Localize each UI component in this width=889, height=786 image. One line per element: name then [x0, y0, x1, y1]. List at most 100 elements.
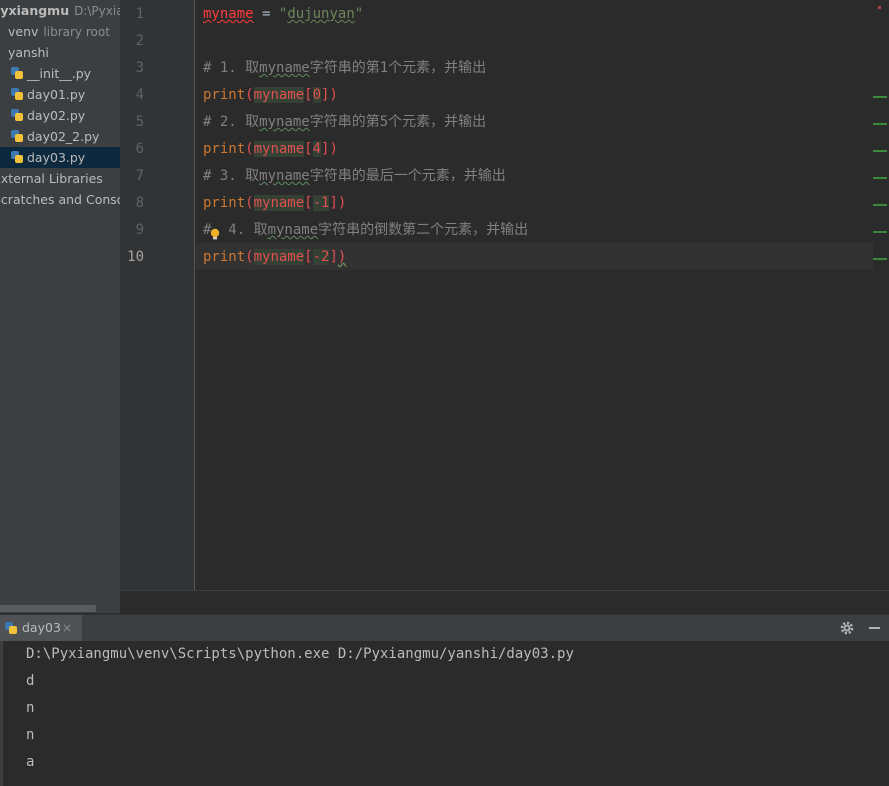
tree-item-venv[interactable]: venv library root — [8, 21, 110, 42]
tree-item-label: Scratches and Consoles — [0, 192, 120, 207]
warning-marker[interactable] — [873, 177, 887, 179]
warning-marker[interactable] — [873, 258, 887, 260]
run-tab-day03[interactable]: day03 × — [0, 615, 82, 641]
comment-text: # 2. 取 — [203, 114, 260, 130]
python-file-icon — [11, 151, 23, 163]
tree-item-init-py[interactable]: __init__.py — [10, 63, 91, 84]
tree-item-label: External Libraries — [0, 171, 103, 186]
code-token-paren: ) — [337, 249, 347, 265]
code-line-5[interactable]: # 2. 取myname字符串的第5个元素，并输出 — [203, 109, 486, 136]
code-token-paren: ) — [337, 195, 347, 211]
comment-text: myname — [267, 222, 319, 238]
run-tab-label: day03 — [22, 620, 61, 635]
console-line-output: a — [26, 754, 35, 770]
warning-marker[interactable] — [873, 123, 887, 125]
python-file-icon — [11, 130, 23, 142]
warning-marker[interactable] — [873, 96, 887, 98]
code-token-variable: myname — [253, 141, 305, 157]
code-token-variable: myname — [203, 6, 254, 22]
code-token-function: print — [203, 195, 246, 211]
code-token-index: 0 — [312, 87, 322, 103]
close-icon[interactable]: × — [62, 615, 72, 641]
warning-marker[interactable] — [873, 150, 887, 152]
code-token-paren: ( — [245, 249, 254, 265]
tree-item-day02-2-py[interactable]: day02_2.py — [10, 126, 99, 147]
code-token-paren: ) — [329, 141, 338, 157]
console-gutter — [0, 641, 3, 786]
line-number-active: 10 — [127, 249, 144, 265]
lightbulb-icon[interactable] — [209, 228, 221, 240]
code-token-index: -2 — [312, 249, 330, 265]
console-line-output: n — [26, 700, 35, 716]
tree-item-day03-py[interactable]: day03.py — [0, 147, 120, 168]
sidebar-horizontal-scrollbar[interactable] — [0, 605, 96, 612]
python-file-icon — [11, 67, 23, 79]
code-line-7[interactable]: # 3. 取myname字符串的最后一个元素，并输出 — [203, 163, 506, 190]
line-number: 7 — [135, 168, 144, 184]
code-line-1[interactable]: myname = "dujunyan" — [203, 1, 363, 28]
line-number: 5 — [135, 114, 144, 130]
error-stripe[interactable] — [873, 0, 889, 590]
project-root-label: Pyxiangmu — [0, 3, 70, 18]
code-line-9[interactable]: # 4. 取myname字符串的倒数第二个元素，并输出 — [203, 217, 528, 244]
code-token-function: print — [203, 87, 246, 103]
line-number: 1 — [135, 6, 144, 22]
tree-item-project-root[interactable]: Pyxiangmu D:\Pyxiangmu — [0, 0, 120, 21]
code-token-paren: ) — [329, 87, 338, 103]
comment-text: myname — [259, 168, 310, 184]
line-number-gutter: 1 2 3 4 5 6 7 8 9 10 — [120, 0, 195, 590]
project-path-label: D:\Pyxiangmu — [74, 4, 120, 18]
tree-item-scratches[interactable]: Scratches and Consoles — [0, 189, 120, 210]
minimize-icon[interactable] — [869, 627, 880, 629]
project-tree-panel: Pyxiangmu D:\Pyxiangmu venv library root y… — [0, 0, 120, 613]
console-line-output: n — [26, 727, 35, 743]
python-file-icon — [11, 88, 23, 100]
code-token-paren: ( — [245, 87, 254, 103]
python-file-icon — [11, 109, 23, 121]
code-token-paren: ( — [245, 195, 254, 211]
comment-text: 字符串的第1个元素，并输出 — [309, 60, 487, 76]
code-line-8[interactable]: print(myname[-1]) — [203, 190, 346, 217]
code-line-4[interactable]: print(myname[0]) — [203, 82, 338, 109]
code-token-bracket: ] — [329, 195, 338, 211]
tree-item-label: yanshi — [8, 45, 49, 60]
code-token-function: print — [203, 249, 246, 265]
tree-item-label: day02_2.py — [27, 129, 100, 144]
line-number: 4 — [135, 87, 144, 103]
code-token-variable: myname — [253, 249, 305, 265]
code-line-3[interactable]: # 1. 取myname字符串的第1个元素，并输出 — [203, 55, 486, 82]
line-number: 8 — [135, 195, 144, 211]
console-line-command: D:\Pyxiangmu\venv\Scripts\python.exe D:/… — [26, 646, 574, 662]
line-number: 3 — [135, 60, 144, 76]
editor-bottom-area — [120, 590, 889, 614]
string-quote: " — [354, 6, 364, 22]
error-marker[interactable] — [878, 6, 881, 9]
warning-marker[interactable] — [873, 231, 887, 233]
tree-item-day02-py[interactable]: day02.py — [10, 105, 85, 126]
run-console[interactable]: D:\Pyxiangmu\venv\Scripts\python.exe D:/… — [0, 641, 889, 786]
line-number: 9 — [135, 222, 144, 238]
tree-item-yanshi[interactable]: yanshi — [8, 42, 49, 63]
comment-text: 字符串的倒数第二个元素，并输出 — [318, 222, 529, 238]
tree-item-label: day02.py — [27, 108, 86, 123]
tree-item-label: __init__.py — [27, 66, 92, 81]
code-line-10[interactable]: print(myname[-2]) — [203, 244, 346, 271]
code-token-string: "dujunyan" — [279, 6, 363, 22]
code-token-variable: myname — [253, 195, 305, 211]
gear-icon[interactable] — [839, 620, 855, 636]
tree-item-day01-py[interactable]: day01.py — [10, 84, 85, 105]
code-token-bracket: ] — [329, 249, 338, 265]
code-editor[interactable]: 1 2 3 4 5 6 7 8 9 10 myname = "dujunyan"… — [120, 0, 889, 590]
comment-text: 字符串的最后一个元素，并输出 — [309, 168, 506, 184]
code-line-6[interactable]: print(myname[4]) — [203, 136, 338, 163]
comment-text: 字符串的第5个元素，并输出 — [309, 114, 487, 130]
tree-item-external-libraries[interactable]: External Libraries — [0, 168, 103, 189]
code-token-bracket: [ — [304, 141, 313, 157]
code-token-paren: ( — [245, 141, 254, 157]
code-token-index: -1 — [312, 195, 330, 211]
code-token-bracket: [ — [304, 195, 313, 211]
warning-marker[interactable] — [873, 204, 887, 206]
line-number: 6 — [135, 141, 144, 157]
tree-item-label: venv — [8, 24, 39, 39]
code-token-function: print — [203, 141, 246, 157]
